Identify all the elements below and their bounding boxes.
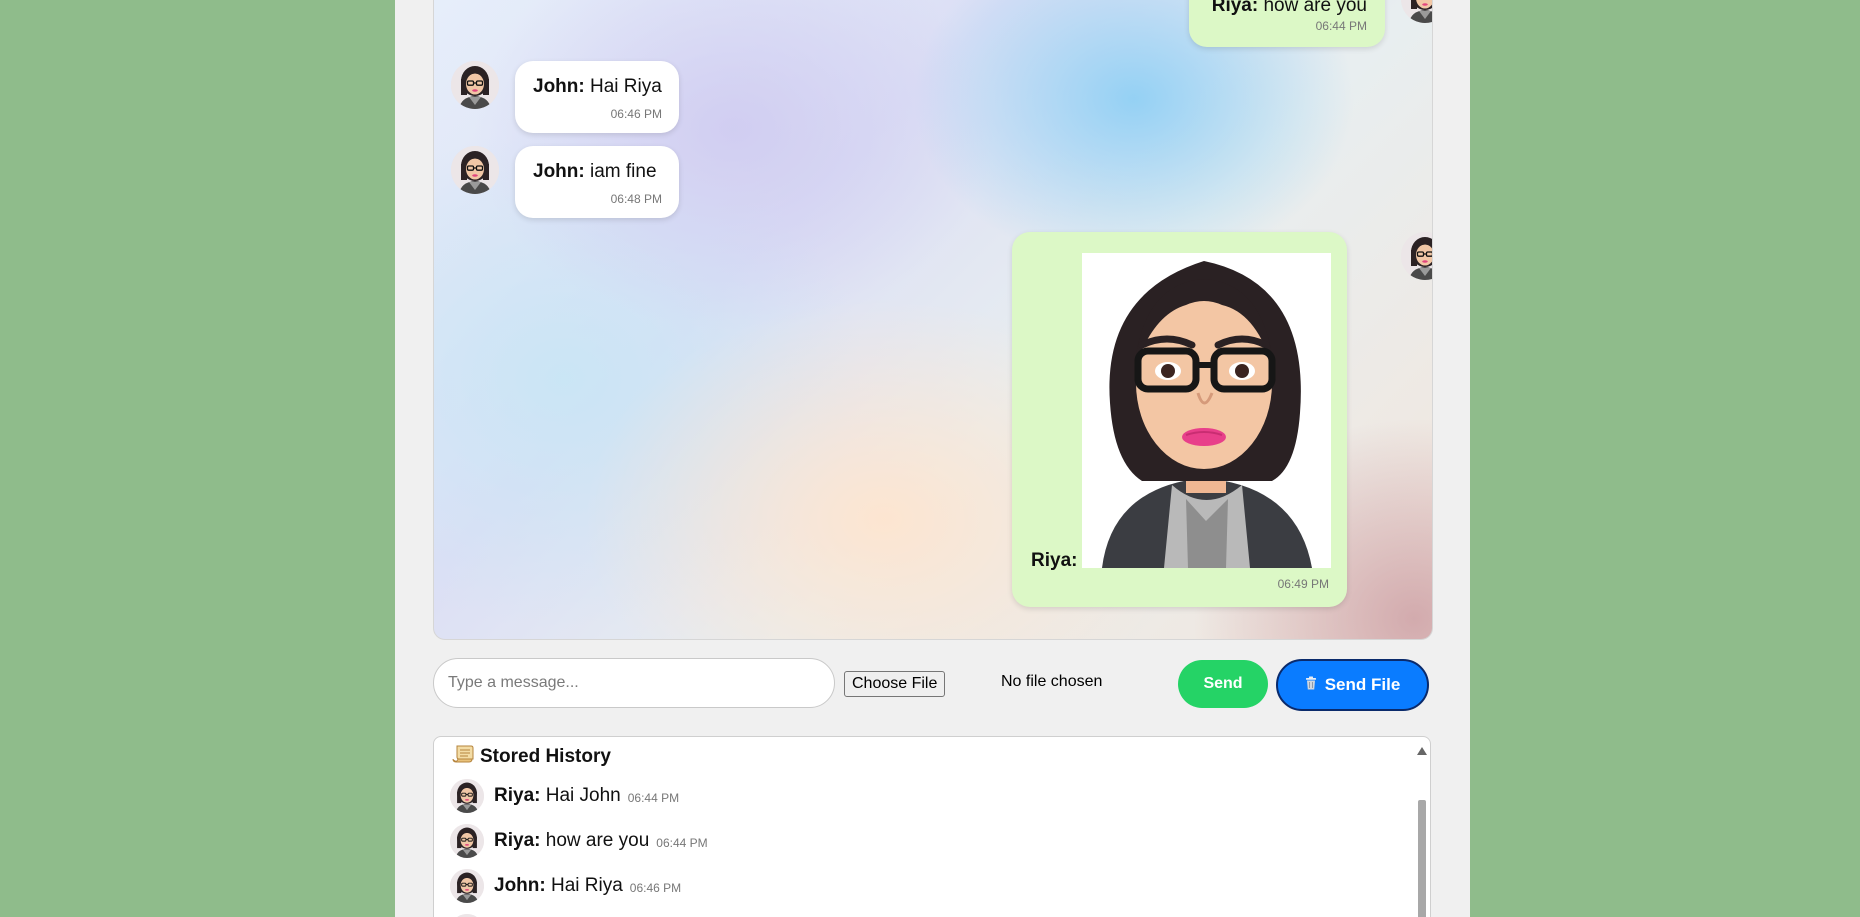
choose-file-button[interactable]: Choose File [844, 671, 946, 697]
avatar [451, 146, 499, 194]
scrollbar-thumb[interactable] [1418, 800, 1426, 917]
scroll-up-arrow-icon[interactable] [1417, 747, 1427, 755]
file-status-label: No file chosen [1001, 673, 1103, 690]
message-body: iam fine [584, 161, 657, 182]
avatar-photo-image [1082, 253, 1331, 568]
message-text: Riya: [1031, 550, 1077, 572]
send-button-label: Send [1203, 675, 1243, 692]
trash-icon [1305, 675, 1317, 695]
history-item-text: Riya: how are you [494, 830, 649, 852]
send-file-label: Send File [1324, 675, 1401, 694]
history-title-text: Stored History [480, 746, 611, 767]
history-item-body: Hai John [540, 785, 621, 806]
avatar [1401, 232, 1432, 280]
message-bubble-outgoing: Riya: 06:49 PM [1012, 232, 1347, 607]
history-item-sender: John: [494, 875, 546, 896]
stored-history-panel[interactable]: Stored History Riya: Hai John 06:44 PM R… [433, 736, 1431, 917]
history-item-sender: Riya: [494, 830, 541, 851]
history-item-time: 06:44 PM [627, 791, 680, 805]
history-item: John: Hai Riya 06:46 PM [450, 868, 681, 904]
message-time: 06:49 PM [1277, 577, 1329, 591]
avatar [450, 869, 484, 903]
message-time: 06:44 PM [1315, 19, 1367, 33]
message-time: 06:46 PM [610, 107, 662, 121]
history-item: Riya: Hai John 06:44 PM [450, 778, 679, 814]
message-sender: Riya: [1211, 0, 1259, 16]
attached-image[interactable] [1082, 253, 1331, 568]
history-item-text: Riya: Hai John [494, 785, 621, 807]
message-bubble-incoming: John: iam fine 06:48 PM [515, 146, 679, 218]
message-bubble-incoming: John: Hai Riya 06:46 PM [515, 61, 679, 133]
chat-messages-area[interactable]: Riya: how are you 06:44 PM John: Hai Riy… [433, 0, 1433, 640]
composer: Choose File No file chosen Send Send Fil… [433, 658, 1433, 714]
scroll-icon [452, 744, 474, 770]
message-sender: Riya: [1031, 550, 1078, 571]
history-item: Riya: how are you 06:44 PM [450, 823, 708, 859]
avatar [451, 61, 499, 109]
message-bubble-outgoing: Riya: how are you 06:44 PM [1189, 0, 1385, 47]
message-input[interactable] [433, 658, 835, 708]
message-sender: John: [533, 161, 585, 182]
message-body: how are you [1258, 0, 1367, 16]
history-item [450, 913, 494, 917]
history-item-time: 06:46 PM [629, 881, 682, 895]
message-body: Hai Riya [584, 76, 662, 97]
send-file-button[interactable]: Send File [1276, 659, 1429, 711]
history-scrollbar[interactable] [1417, 743, 1427, 917]
history-item-text: John: Hai Riya [494, 875, 623, 897]
message-text: John: iam fine [533, 161, 657, 183]
history-item-sender: Riya: [494, 785, 541, 806]
message-time: 06:48 PM [610, 192, 662, 206]
history-item-time: 06:44 PM [656, 836, 708, 850]
avatar [450, 779, 484, 813]
chat-container: Riya: how are you 06:44 PM John: Hai Riy… [395, 0, 1470, 917]
message-sender: John: [533, 76, 585, 97]
message-text: Riya: how are you [1212, 0, 1367, 17]
history-item-body: Hai Riya [545, 875, 623, 896]
message-text: John: Hai Riya [533, 76, 662, 98]
send-button[interactable]: Send [1178, 660, 1268, 708]
avatar [450, 824, 484, 858]
history-item-body: how are you [540, 830, 650, 851]
history-title: Stored History [452, 744, 611, 770]
avatar [1401, 0, 1432, 23]
